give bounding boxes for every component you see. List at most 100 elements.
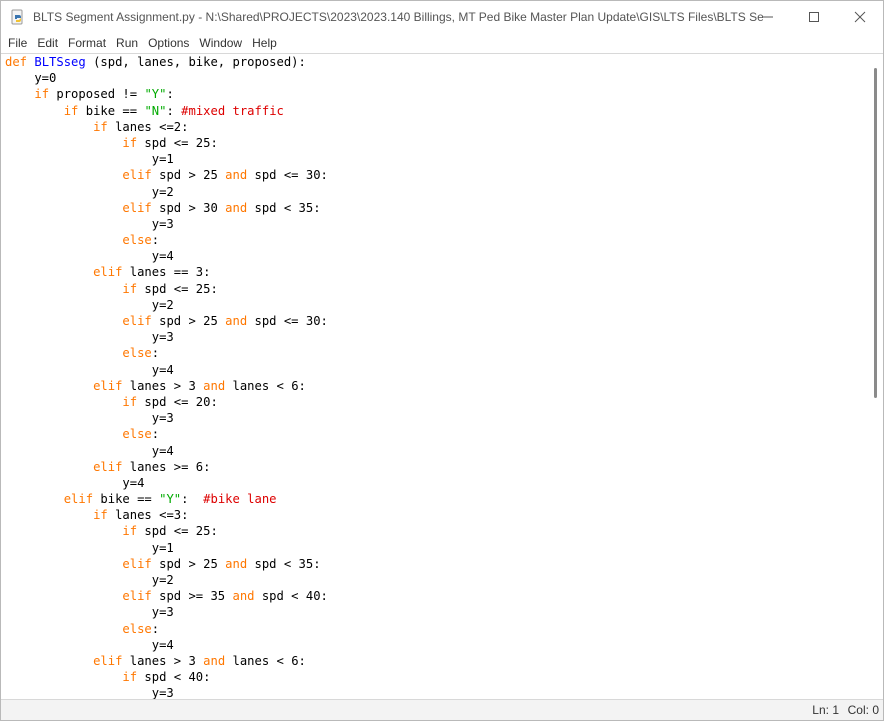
code-token: y=4 <box>5 249 174 264</box>
menu-edit[interactable]: Edit <box>32 34 63 52</box>
code-token: bike == <box>78 103 145 118</box>
code-line[interactable]: if bike == "N": #mixed traffic <box>5 103 867 119</box>
code-line[interactable]: if spd <= 25: <box>5 523 867 539</box>
code-token: y=2 <box>5 297 174 312</box>
code-line[interactable]: y=0 <box>5 70 867 86</box>
code-token: spd <= 25: <box>137 135 218 150</box>
code-line[interactable]: elif spd > 25 and spd <= 30: <box>5 167 867 183</box>
idle-editor-window: BLTS Segment Assignment.py - N:\Shared\P… <box>0 0 884 721</box>
code-line[interactable]: elif lanes == 3: <box>5 264 867 280</box>
keyword-token: if <box>93 119 108 134</box>
menu-options[interactable]: Options <box>143 34 194 52</box>
code-line[interactable]: elif lanes >= 6: <box>5 459 867 475</box>
menu-help[interactable]: Help <box>247 34 282 52</box>
code-token: y=3 <box>5 686 174 700</box>
code-token: y=3 <box>5 330 174 345</box>
keyword-token: elif <box>93 265 123 280</box>
code-line[interactable]: if lanes <=2: <box>5 119 867 135</box>
code-line[interactable]: else: <box>5 232 867 248</box>
python-file-icon <box>11 9 23 25</box>
code-token: spd <= 30: <box>247 314 328 328</box>
code-line[interactable]: if lanes <=3: <box>5 507 867 523</box>
minimize-button[interactable] <box>745 1 791 33</box>
code-line[interactable]: if spd <= 25: <box>5 281 867 297</box>
menu-file[interactable]: File <box>3 34 32 52</box>
code-text[interactable]: def BLTSseg (spd, lanes, bike, proposed)… <box>1 54 867 700</box>
code-line[interactable]: elif lanes > 3 and lanes < 6: <box>5 653 867 669</box>
code-line[interactable]: elif spd > 25 and spd < 35: <box>5 556 867 572</box>
keyword-token: if <box>63 103 79 118</box>
status-column-number: Col: 0 <box>847 703 879 717</box>
title-bar[interactable]: BLTS Segment Assignment.py - N:\Shared\P… <box>1 1 883 33</box>
code-line[interactable]: if spd <= 25: <box>5 135 867 151</box>
code-line[interactable]: else: <box>5 345 867 361</box>
window-controls <box>745 1 883 33</box>
code-token: bike == <box>93 492 160 507</box>
code-line[interactable]: elif spd > 25 and spd <= 30: <box>5 313 867 329</box>
code-line[interactable]: elif spd > 30 and spd < 35: <box>5 200 867 216</box>
close-icon <box>854 11 866 23</box>
comment-token: #bike lane <box>203 492 277 507</box>
code-line[interactable]: y=1 <box>5 540 867 556</box>
code-line[interactable]: else: <box>5 426 867 442</box>
code-line[interactable]: y=3 <box>5 216 867 232</box>
code-line[interactable]: y=2 <box>5 297 867 313</box>
code-line[interactable]: y=4 <box>5 637 867 653</box>
code-line[interactable]: y=4 <box>5 475 867 491</box>
code-line[interactable]: y=3 <box>5 685 867 700</box>
scrollbar-thumb[interactable] <box>874 68 877 398</box>
code-line[interactable]: if spd <= 20: <box>5 394 867 410</box>
code-token: spd <= 30: <box>247 168 328 183</box>
keyword-token: and <box>232 589 255 604</box>
code-line[interactable]: y=4 <box>5 362 867 378</box>
code-line[interactable]: y=1 <box>5 151 867 167</box>
menu-format[interactable]: Format <box>63 34 111 52</box>
maximize-button[interactable] <box>791 1 837 33</box>
code-token: : <box>151 427 160 442</box>
code-editor[interactable]: def BLTSseg (spd, lanes, bike, proposed)… <box>1 54 867 700</box>
code-token: spd <= 25: <box>137 281 218 296</box>
code-token: lanes < 6: <box>225 378 306 393</box>
keyword-token: if <box>122 281 138 296</box>
keyword-token: def <box>5 55 28 69</box>
code-line[interactable]: else: <box>5 621 867 637</box>
code-line[interactable]: elif bike == "Y": #bike lane <box>5 491 867 507</box>
code-line[interactable]: def BLTSseg (spd, lanes, bike, proposed)… <box>5 54 867 70</box>
keyword-token: else <box>122 346 152 361</box>
keyword-token: elif <box>122 556 152 571</box>
code-token: spd < 35: <box>247 556 321 571</box>
code-line[interactable]: y=3 <box>5 329 867 345</box>
keyword-token: else <box>122 427 152 442</box>
code-line[interactable]: elif spd >= 35 and spd < 40: <box>5 588 867 604</box>
code-line[interactable]: y=3 <box>5 410 867 426</box>
close-button[interactable] <box>837 1 883 33</box>
keyword-token: elif <box>93 378 123 393</box>
code-line[interactable]: y=3 <box>5 604 867 620</box>
code-line[interactable]: y=2 <box>5 184 867 200</box>
string-token: "N" <box>144 103 167 118</box>
menu-run[interactable]: Run <box>111 34 143 52</box>
code-line[interactable]: if proposed != "Y": <box>5 86 867 102</box>
code-token: spd >= 35 <box>151 589 233 604</box>
code-token: lanes <=3: <box>107 508 189 523</box>
vertical-scrollbar[interactable] <box>867 54 883 700</box>
string-token: "Y" <box>159 492 182 507</box>
keyword-token: if <box>122 524 138 539</box>
code-line[interactable]: y=4 <box>5 443 867 459</box>
code-line[interactable]: if spd < 40: <box>5 669 867 685</box>
code-line[interactable]: elif lanes > 3 and lanes < 6: <box>5 378 867 394</box>
keyword-token: and <box>225 200 248 215</box>
code-line[interactable]: y=2 <box>5 572 867 588</box>
keyword-token: and <box>225 314 248 328</box>
keyword-token: elif <box>122 589 152 604</box>
code-line[interactable]: y=4 <box>5 248 867 264</box>
code-token: y=3 <box>5 605 174 620</box>
menu-window[interactable]: Window <box>194 34 247 52</box>
keyword-token: elif <box>122 168 152 183</box>
code-token: : <box>151 233 160 248</box>
keyword-token: elif <box>63 492 94 507</box>
